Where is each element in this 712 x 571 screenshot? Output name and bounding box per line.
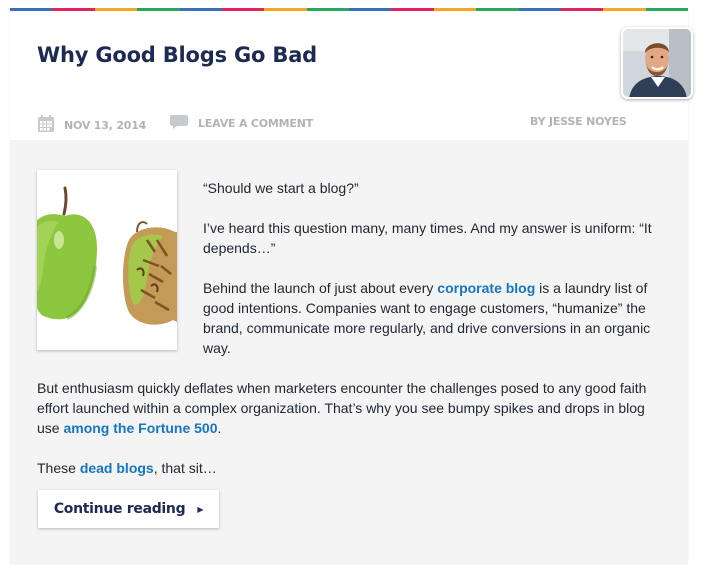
post-author[interactable]: BY JESSE NOYES	[530, 115, 627, 128]
triangle-right-icon: ▶	[197, 504, 204, 514]
post-date-text: NOV 13, 2014	[64, 118, 147, 132]
avatar-photo	[621, 27, 693, 99]
post-title[interactable]: Why Good Blogs Go Bad	[37, 43, 317, 67]
paragraph-4: But enthusiasm quickly deflates when mar…	[37, 378, 667, 438]
leave-comment-link[interactable]: LEAVE A COMMENT	[170, 115, 313, 132]
post-header: Why Good Blogs Go Bad NOV 13, 2014 LEAVE…	[10, 11, 688, 140]
fortune-500-link[interactable]: among the Fortune 500	[63, 420, 217, 436]
paragraph-5: These dead blogs, that sit…	[37, 458, 667, 478]
blog-post-card: Why Good Blogs Go Bad NOV 13, 2014 LEAVE…	[10, 8, 688, 563]
paragraph-4-after: .	[217, 420, 222, 436]
post-thumbnail[interactable]	[37, 170, 177, 350]
dead-blogs-link[interactable]: dead blogs	[80, 460, 154, 476]
paragraph-3-before: Behind the launch of just about every	[203, 280, 438, 296]
paragraph-3: Behind the launch of just about every co…	[203, 278, 667, 358]
paragraph-5-after: , that sit…	[153, 460, 217, 476]
continue-reading-button[interactable]: Continue reading ▶	[38, 490, 219, 528]
paragraph-2: I’ve heard this question many, many time…	[203, 218, 667, 258]
paragraph-2-text: I’ve heard this question many, many time…	[203, 220, 652, 256]
author-avatar[interactable]	[621, 27, 695, 113]
corporate-blog-link[interactable]: corporate blog	[437, 280, 535, 296]
paragraph-1: “Should we start a blog?”	[203, 178, 667, 198]
paragraph-1-text: “Should we start a blog?”	[203, 180, 359, 196]
calendar-icon	[38, 115, 54, 135]
speech-bubble-icon	[170, 115, 188, 132]
continue-reading-label: Continue reading	[53, 501, 186, 517]
paragraph-5-before: These	[37, 460, 80, 476]
leave-comment-text[interactable]: LEAVE A COMMENT	[198, 117, 313, 130]
post-date: NOV 13, 2014	[38, 115, 146, 135]
